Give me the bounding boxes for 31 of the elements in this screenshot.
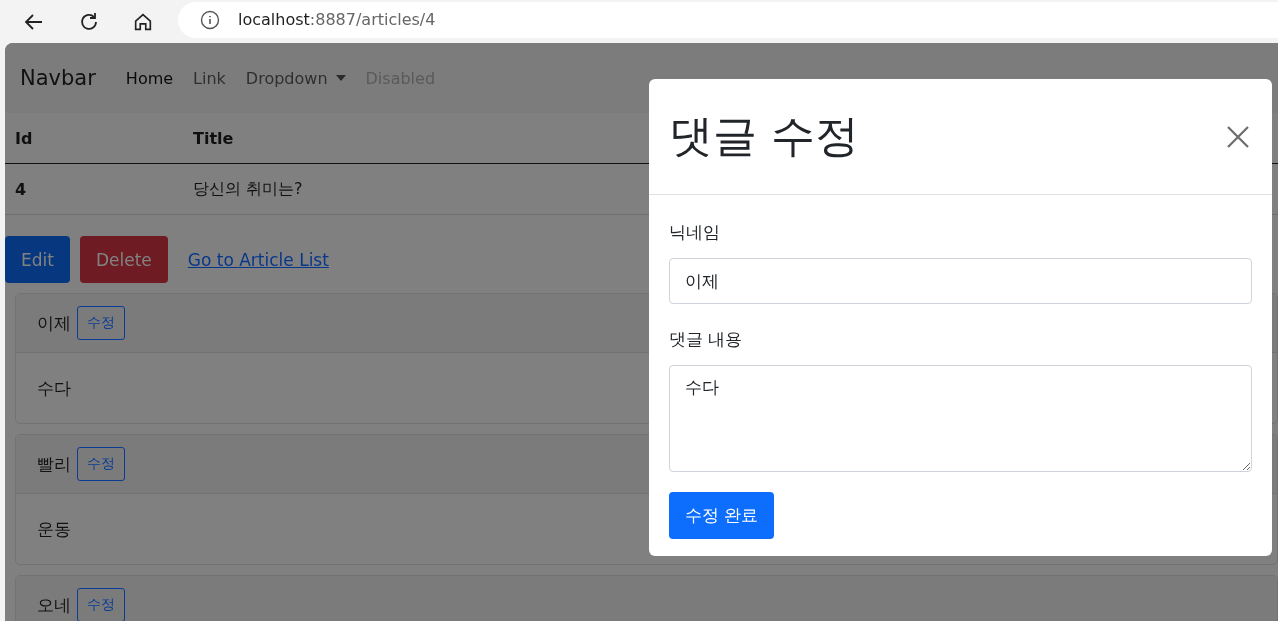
nav-link[interactable]: Home — [125, 68, 174, 88]
field-label: 댓글 내용 — [669, 328, 744, 351]
nickname-field[interactable]: 이제 — [669, 258, 1252, 304]
nav-dropdown[interactable]: Dropdown — [245, 68, 346, 88]
dialog-title: 댓글 수정 — [669, 109, 859, 163]
url-host: localhost — [238, 10, 310, 29]
comment-author: 빨리 — [37, 452, 71, 476]
comment-text: 운동 — [37, 517, 71, 541]
edit-comment-button[interactable]: 수정 — [77, 447, 125, 481]
field-label: 닉네임 — [669, 221, 721, 244]
comment-author: 오네 — [37, 593, 71, 617]
column-header: Title — [193, 128, 234, 148]
comment-field[interactable]: 수다 — [669, 365, 1252, 472]
close-icon[interactable] — [1226, 124, 1250, 149]
navbar-brand[interactable]: Navbar — [20, 66, 96, 90]
submit-button[interactable]: 수정 완료 — [669, 492, 775, 539]
edit-button[interactable]: Edit — [5, 236, 70, 283]
column-header: Id — [14, 128, 34, 148]
table-cell: 당신의 취미는? — [193, 178, 303, 200]
address-bar[interactable]: localhost:8887/articles/4 — [178, 1, 1278, 38]
comment-text: 수다 — [37, 376, 71, 400]
caret-icon — [335, 75, 346, 81]
info-icon[interactable] — [200, 9, 220, 30]
url-path: :8887/articles/4 — [309, 10, 436, 29]
article-list-link[interactable]: Go to Article List — [187, 249, 329, 270]
delete-button[interactable]: Delete — [79, 236, 168, 283]
comment-author: 이제 — [37, 311, 71, 335]
edit-comment-button[interactable]: 수정 — [77, 588, 125, 621]
nav-link[interactable]: Link — [193, 68, 226, 88]
edit-comment-button[interactable]: 수정 — [77, 306, 125, 340]
table-cell-text: 4 — [14, 179, 28, 199]
